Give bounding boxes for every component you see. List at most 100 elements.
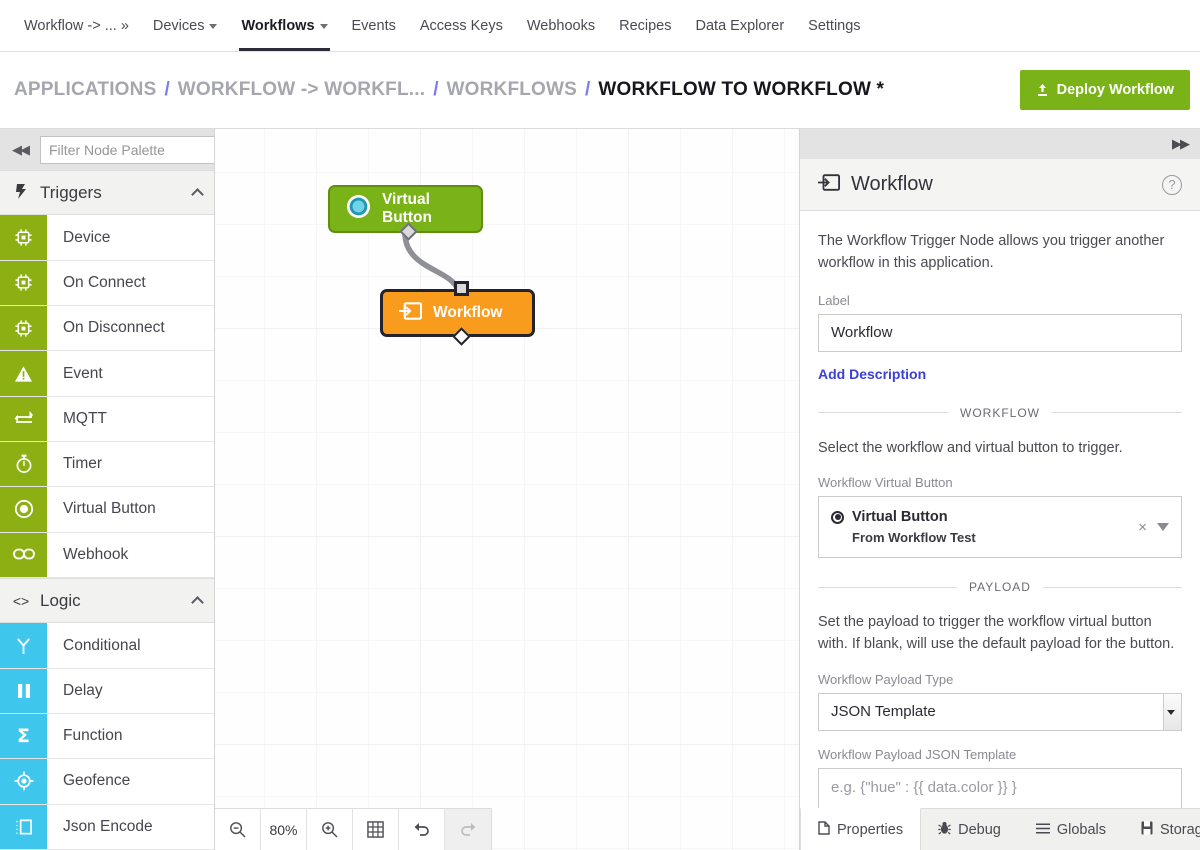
json-icon: [0, 804, 47, 849]
stopwatch-icon: [0, 442, 47, 487]
palette-item-event[interactable]: Event: [0, 351, 214, 397]
undo-icon[interactable]: [399, 809, 445, 850]
nav-item-recipes[interactable]: Recipes: [607, 0, 683, 51]
chip-icon: [0, 306, 47, 351]
zoom-level-label[interactable]: 80%: [261, 809, 307, 850]
tab-globals[interactable]: Globals: [1019, 809, 1124, 850]
nav-item-events[interactable]: Events: [340, 0, 408, 51]
palette-item-delay[interactable]: Delay: [0, 668, 214, 714]
breadcrumb-item-current: WORKFLOW TO WORKFLOW *: [598, 79, 885, 100]
payload-type-select[interactable]: JSON Template: [818, 692, 1182, 731]
pause-icon: [0, 668, 47, 713]
expand-panel-icon[interactable]: ▶▶: [1172, 136, 1190, 152]
clear-selection-icon[interactable]: ×: [1128, 519, 1157, 536]
zoom-out-icon[interactable]: [215, 809, 261, 850]
help-icon[interactable]: ?: [1162, 174, 1182, 195]
workflow-section-description: Select the workflow and virtual button t…: [818, 439, 1123, 456]
breadcrumb-separator: /: [585, 79, 591, 100]
nav-item-access-keys[interactable]: Access Keys: [408, 0, 515, 51]
payload-json-template-textarea[interactable]: [818, 767, 1182, 808]
canvas-grid[interactable]: Virtual Button Workflow: [215, 129, 799, 850]
nav-item-label: Workflow -> ... »: [24, 17, 129, 34]
palette-item-geofence[interactable]: Geofence: [0, 759, 214, 805]
node-input-port[interactable]: [454, 281, 469, 296]
breadcrumb-bar: APPLICATIONS / WORKFLOW -> WORKFL... / W…: [0, 52, 1200, 129]
payload-type-select-wrapper: JSON Template: [818, 692, 1182, 731]
workflow-virtual-button-label: Workflow Virtual Button: [818, 475, 953, 491]
palette-group-logic[interactable]: <> Logic: [0, 577, 214, 624]
palette-item-device[interactable]: Device: [0, 215, 214, 261]
virtual-button-icon: [346, 194, 371, 224]
nav-item-label: Events: [351, 17, 396, 34]
palette-item-conditional[interactable]: Conditional: [0, 623, 214, 669]
warning-icon: [0, 351, 47, 396]
branch-icon: [0, 623, 47, 668]
canvas-node-label: Workflow: [433, 304, 503, 321]
palette-group-triggers[interactable]: Triggers: [0, 170, 214, 216]
tab-debug[interactable]: Debug: [921, 809, 1019, 850]
link-icon: [0, 532, 47, 577]
zoom-in-icon[interactable]: [307, 809, 353, 850]
chevron-up-icon: [191, 188, 204, 202]
breadcrumb-item-application[interactable]: WORKFLOW -> WORKFL...: [178, 79, 425, 101]
bug-icon: [938, 821, 951, 839]
palette-item-function[interactable]: Σ Function: [0, 714, 214, 760]
database-icon: [1141, 821, 1153, 839]
document-icon: [818, 820, 830, 839]
palette-item-on-connect[interactable]: On Connect: [0, 260, 214, 307]
nav-item-workflow-crumb[interactable]: Workflow -> ... »: [12, 0, 141, 51]
nav-item-settings[interactable]: Settings: [796, 0, 872, 51]
nav-item-label: Access Keys: [419, 17, 503, 34]
breadcrumb-item-applications[interactable]: APPLICATIONS: [14, 79, 156, 101]
filter-node-palette-input[interactable]: [40, 135, 214, 164]
workflow-canvas-area[interactable]: Virtual Button Workflow 80%: [215, 129, 800, 850]
palette-item-on-disconnect[interactable]: On Disconnect: [0, 306, 214, 352]
palette-item-label: Device: [63, 228, 111, 246]
palette-item-label: Geofence: [63, 772, 131, 790]
label-field-label: Label: [818, 292, 850, 308]
workflow-virtual-button-select[interactable]: Virtual Button From Workflow Test ×: [818, 496, 1182, 559]
palette-item-label: Conditional: [63, 636, 141, 654]
canvas-node-virtual-button[interactable]: Virtual Button: [328, 185, 483, 241]
main-body: ◀◀ Triggers Device: [0, 129, 1200, 850]
grid-icon[interactable]: [353, 809, 399, 850]
palette-item-timer[interactable]: Timer: [0, 442, 214, 488]
radio-dot-icon: [0, 487, 47, 532]
payload-section-divider: PAYLOAD: [818, 580, 1182, 594]
target-icon: [0, 759, 47, 804]
palette-item-json-encode[interactable]: Json Encode: [0, 804, 214, 850]
breadcrumb-separator: /: [433, 79, 439, 100]
palette-item-mqtt[interactable]: MQTT: [0, 396, 214, 442]
tab-storage[interactable]: Storage: [1124, 809, 1200, 850]
palette-item-webhook[interactable]: Webhook: [0, 532, 214, 578]
panel-title: Workflow: [851, 173, 933, 195]
palette-item-virtual-button[interactable]: Virtual Button: [0, 487, 214, 533]
workflow-arrow-icon: [818, 173, 840, 197]
palette-item-label: Webhook: [63, 545, 129, 563]
nav-item-data-explorer[interactable]: Data Explorer: [684, 0, 797, 51]
palette-group-label: Triggers: [40, 182, 102, 202]
nav-item-webhooks[interactable]: Webhooks: [515, 0, 607, 51]
tab-label: Properties: [837, 821, 904, 838]
chip-icon: [0, 260, 47, 306]
tab-label: Debug: [958, 821, 1001, 838]
collapse-palette-icon[interactable]: ◀◀: [6, 142, 34, 158]
radio-selected-icon: [831, 510, 844, 524]
breadcrumb-separator: /: [164, 79, 170, 100]
canvas-node-workflow[interactable]: Workflow: [380, 281, 535, 346]
node-output-port[interactable]: [452, 327, 471, 346]
breadcrumb-item-workflows[interactable]: WORKFLOWS: [446, 79, 577, 101]
add-description-link[interactable]: Add Description: [818, 366, 926, 382]
panel-header: Workflow ?: [800, 159, 1200, 211]
properties-panel: ▶▶ Workflow ? The Workflow Trigger Node …: [800, 129, 1200, 850]
selected-option-subtitle: From Workflow Test: [852, 530, 976, 546]
label-input[interactable]: [818, 313, 1182, 352]
nav-item-devices[interactable]: Devices: [141, 0, 230, 51]
node-connection-edge: [402, 230, 461, 293]
tab-properties[interactable]: Properties: [800, 808, 922, 850]
chevron-down-icon[interactable]: [1157, 523, 1169, 532]
panel-tabs: Properties Debug Globals Storag: [800, 808, 1200, 850]
nav-item-workflows[interactable]: Workflows: [229, 0, 339, 51]
sigma-icon: Σ: [0, 714, 47, 759]
deploy-workflow-button[interactable]: Deploy Workflow: [1019, 70, 1190, 110]
